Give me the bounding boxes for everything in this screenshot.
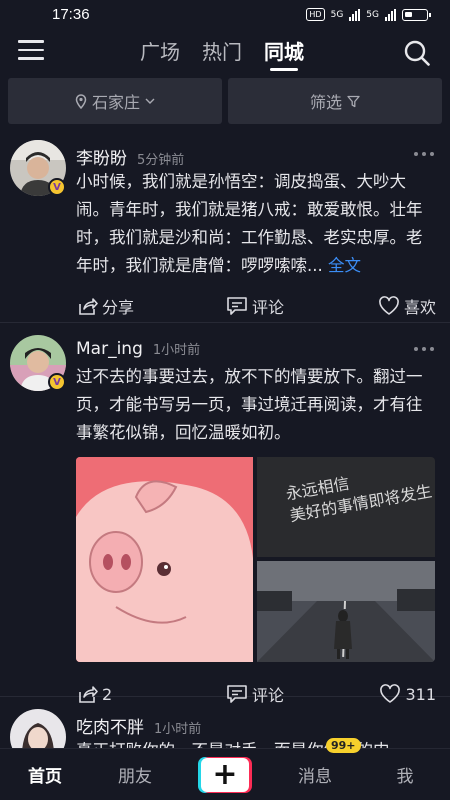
network-label-1: 5G (330, 9, 344, 20)
tab-me[interactable]: 我 (360, 762, 450, 787)
signal-icon (349, 8, 361, 21)
tab-messages-label: 消息 (298, 767, 332, 787)
status-time: 17:36 (52, 6, 90, 23)
funnel-icon (347, 95, 360, 107)
tab-popular[interactable]: 热门 (202, 36, 242, 71)
share-button[interactable]: 分享 (76, 294, 226, 318)
comment-label: 评论 (252, 298, 285, 317)
share-label: 分享 (102, 298, 135, 317)
location-icon (75, 93, 87, 109)
heart-icon (379, 296, 399, 315)
hd-icon: HD (306, 8, 325, 21)
status-bar: 17:36 HD 5G 5G (0, 0, 450, 30)
post-image[interactable] (257, 561, 435, 662)
author-name[interactable]: 吃肉不胖 (76, 713, 144, 738)
plus-icon: + (201, 757, 249, 792)
read-more-link[interactable]: 全文 (328, 256, 361, 275)
search-icon[interactable] (404, 40, 430, 66)
post-text: 小时候，我们就是孙悟空：调皮捣蛋、大吵大闹。青年时，我们就是猪八戒：敢爱敢恨。壮… (76, 168, 436, 280)
more-icon[interactable] (414, 347, 434, 351)
post-header: 吃肉不胖 1小时前 (76, 697, 436, 738)
author-name[interactable]: Mar_ing (76, 339, 143, 359)
city-label: 石家庄 (91, 93, 140, 112)
image-caption-text: 永远相信 美好的事情即将发生 (284, 473, 434, 526)
network-label-2: 5G (366, 9, 379, 20)
post-header: 李盼盼 5分钟前 (76, 128, 436, 169)
post-image[interactable]: 永远相信 美好的事情即将发生 (257, 457, 435, 557)
post-time: 1小时前 (154, 722, 202, 737)
post-image[interactable] (76, 457, 253, 662)
author-name[interactable]: 李盼盼 (76, 144, 127, 169)
tab-home[interactable]: 首页 (0, 762, 90, 787)
create-button-wrap: + (180, 756, 270, 793)
tab-square[interactable]: 广场 (140, 36, 180, 71)
tab-same-city[interactable]: 同城 (264, 36, 304, 71)
feed: V 李盼盼 5分钟前 小时候，我们就是孙悟空：调皮捣蛋、大吵大闹。青年时，我们就… (0, 128, 450, 748)
message-count-badge: 99+ (326, 738, 361, 753)
tab-friends[interactable]: 朋友 (90, 762, 180, 787)
feed-post[interactable]: 吃肉不胖 1小时前 真正打败你的，不是对手，而是你绝望的内 (0, 697, 450, 748)
share-icon (79, 298, 98, 315)
post-time: 5分钟前 (137, 153, 185, 168)
bottom-nav: 首页 朋友 + 消息 99+ 我 (0, 738, 450, 800)
menu-icon[interactable] (18, 40, 44, 62)
post-text-body: 小时候，我们就是孙悟空：调皮捣蛋、大吵大闹。青年时，我们就是猪八戒：敢爱敢恨。壮… (76, 172, 423, 275)
filter-row: 石家庄 筛选 (8, 78, 442, 124)
chevron-down-icon (145, 98, 155, 104)
comment-button[interactable]: 评论 (226, 294, 374, 318)
verified-icon: V (48, 178, 66, 196)
comment-icon (227, 297, 247, 315)
filter-button[interactable]: 筛选 (228, 78, 442, 124)
top-nav: 广场 热门 同城 (0, 30, 450, 74)
like-button[interactable]: 喜欢 (378, 294, 436, 318)
post-text: 真正打败你的，不是对手，而是你绝望的内 (76, 737, 436, 748)
post-images-right: 永远相信 美好的事情即将发生 (257, 457, 435, 662)
feed-post[interactable]: V Mar_ing 1小时前 过不去的事要过去，放不下的情要放下。翻过一页，才能… (0, 323, 450, 705)
post-text: 过不去的事要过去，放不下的情要放下。翻过一页，才能书写另一页，事过境迁再阅读，才… (76, 367, 423, 442)
signal-icon (385, 8, 396, 21)
battery-icon (402, 8, 431, 21)
like-label: 喜欢 (403, 298, 436, 317)
city-selector[interactable]: 石家庄 (8, 78, 222, 124)
tab-messages[interactable]: 消息 99+ (270, 738, 361, 787)
more-icon[interactable] (414, 152, 434, 156)
avatar[interactable] (10, 709, 66, 748)
post-images: 永远相信 美好的事情即将发生 (76, 457, 435, 662)
post-header: Mar_ing 1小时前 (76, 323, 436, 363)
create-button[interactable]: + (198, 756, 252, 793)
filter-label: 筛选 (309, 93, 342, 112)
verified-icon: V (48, 373, 66, 391)
feed-post[interactable]: V 李盼盼 5分钟前 小时候，我们就是孙悟空：调皮捣蛋、大吵大闹。青年时，我们就… (0, 128, 450, 323)
nav-tabs: 广场 热门 同城 (140, 36, 304, 71)
post-time: 1小时前 (152, 343, 201, 358)
status-icons: HD 5G 5G (306, 8, 431, 21)
